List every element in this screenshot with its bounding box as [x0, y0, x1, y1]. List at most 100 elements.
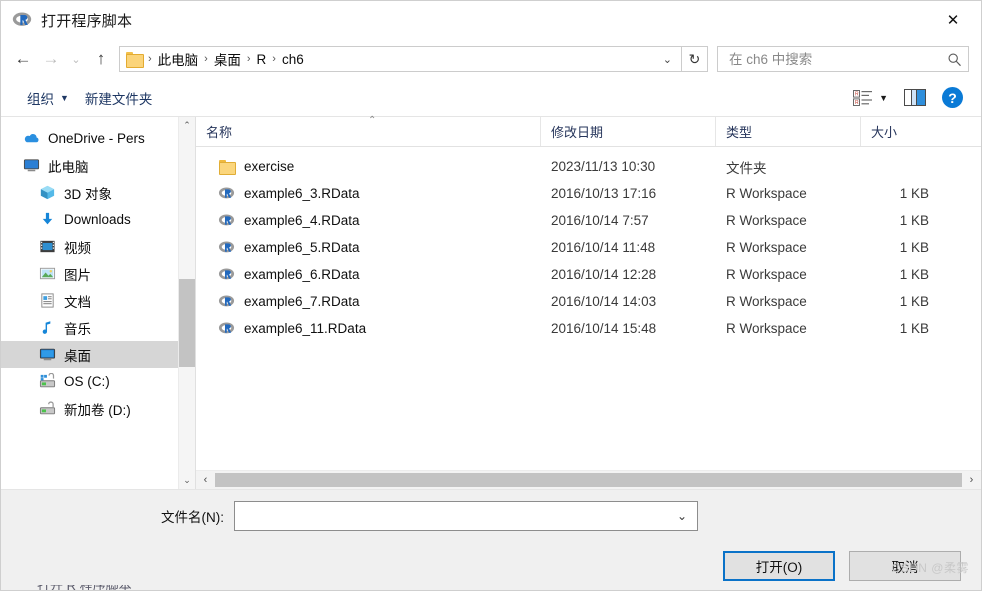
open-button[interactable]: 打开(O) — [723, 551, 835, 581]
sidebar-item[interactable]: OneDrive - Pers — [1, 125, 195, 152]
sidebar-vertical-scrollbar[interactable]: ⌃ ⌄ — [178, 117, 195, 489]
cell-date: 2023/11/13 10:30 — [551, 159, 656, 174]
chevron-down-icon[interactable]: ⌄ — [656, 53, 679, 66]
sidebar-item-label: 音乐 — [64, 321, 91, 337]
view-mode-button[interactable]: R R ▼ — [845, 86, 896, 110]
sidebar-item[interactable]: OS (C:) — [1, 368, 195, 395]
chevron-down-icon: ▼ — [60, 92, 69, 103]
refresh-button[interactable]: ↻ — [682, 46, 708, 72]
onedrive-cloud-icon — [23, 130, 40, 147]
breadcrumb-item-ch6[interactable]: ch6 — [278, 50, 308, 69]
address-bar[interactable]: › 此电脑 › 桌面 › R › ch6 ⌄ — [119, 46, 682, 72]
sidebar-item[interactable]: 文档 — [1, 287, 195, 314]
music-note-icon — [39, 319, 56, 336]
hscroll-track[interactable] — [215, 471, 962, 489]
rdata-icon — [218, 266, 235, 283]
column-header-size[interactable]: 大小 — [861, 117, 981, 146]
scrollbar-thumb[interactable] — [179, 279, 195, 368]
file-rows: exercise 2023/11/13 10:30 文件夹 example6_3.RD… — [196, 147, 981, 470]
new-folder-button[interactable]: 新建文件夹 — [77, 84, 161, 112]
folder-icon — [218, 158, 236, 175]
search-input[interactable] — [727, 50, 947, 68]
breadcrumb-separator: › — [204, 53, 208, 65]
table-row[interactable]: example6_4.RData 2016/10/14 7:57 R Workspa… — [196, 207, 981, 234]
cell-type: R Workspace — [726, 294, 807, 309]
filename-combobox[interactable]: ⌄ — [234, 501, 698, 531]
breadcrumb-item-r[interactable]: R — [253, 50, 271, 69]
scroll-up-icon[interactable]: ⌃ — [179, 117, 195, 134]
forward-button[interactable]: → — [37, 45, 65, 73]
sidebar-item[interactable]: 桌面 — [1, 341, 195, 368]
cell-name: example6_4.RData — [196, 212, 541, 229]
table-row[interactable]: example6_11.RData 2016/10/14 15:48 R Works… — [196, 315, 981, 342]
sidebar-item[interactable]: 图片 — [1, 260, 195, 287]
cell-name: example6_6.RData — [196, 266, 541, 283]
close-icon[interactable]: ✕ — [930, 4, 976, 36]
cell-name: example6_5.RData — [196, 239, 541, 256]
back-button[interactable]: ← — [9, 45, 37, 73]
column-header-date[interactable]: 修改日期 — [541, 117, 716, 146]
cell-type: 文件夹 — [726, 160, 767, 176]
breadcrumb-separator: › — [246, 53, 251, 65]
svg-text:R: R — [855, 91, 859, 97]
scrollbar-track[interactable] — [179, 134, 195, 472]
filename-input[interactable] — [243, 507, 669, 525]
sidebar-item-label: Downloads — [64, 212, 131, 227]
cell-name: exercise — [196, 158, 541, 175]
table-row[interactable]: example6_6.RData 2016/10/14 12:28 R Worksp… — [196, 261, 981, 288]
cell-type: R Workspace — [726, 240, 807, 255]
chevron-down-icon[interactable]: ⌄ — [669, 509, 695, 523]
up-button[interactable]: ↑ — [87, 45, 115, 73]
sidebar-item[interactable]: 3D 对象 — [1, 179, 195, 206]
sidebar-item[interactable]: 新加卷 (D:) — [1, 395, 195, 422]
sidebar-item[interactable]: 视频 — [1, 233, 195, 260]
sidebar-list: OneDrive - Pers 此电脑 3D 对象 Downloads 视频 图片文档音乐… — [1, 117, 195, 422]
table-row[interactable]: exercise 2023/11/13 10:30 文件夹 — [196, 153, 981, 180]
sidebar-item[interactable]: 此电脑 — [1, 152, 195, 179]
file-list-pane: 名称 ⌃ 修改日期 类型 大小 exercise 2023/11/13 10:30… — [196, 115, 981, 489]
column-header-name-label: 名称 — [206, 125, 233, 140]
breadcrumb-separator: › — [148, 53, 152, 65]
cell-size: 1 KB — [899, 294, 929, 309]
cell-type: R Workspace — [726, 321, 807, 336]
column-header-type[interactable]: 类型 — [716, 117, 861, 146]
sidebar-item[interactable]: Downloads — [1, 206, 195, 233]
cell-type: R Workspace — [726, 213, 807, 228]
hscroll-thumb[interactable] — [215, 473, 962, 487]
scroll-left-icon[interactable]: ‹ — [196, 471, 215, 489]
filename-row: 文件名(N): ⌄ — [1, 490, 981, 542]
pictures-icon — [39, 265, 56, 282]
column-headers: 名称 ⌃ 修改日期 类型 大小 — [196, 115, 981, 147]
r-logo-icon — [12, 10, 32, 30]
recent-locations-button[interactable]: ⌄ — [65, 45, 87, 73]
cell-name: example6_3.RData — [196, 185, 541, 202]
table-row[interactable]: example6_5.RData 2016/10/14 11:48 R Worksp… — [196, 234, 981, 261]
window-title: 打开程序脚本 — [41, 12, 133, 30]
cell-size: 1 KB — [899, 213, 929, 228]
cell-date: 2016/10/14 12:28 — [551, 267, 657, 282]
chevron-down-icon: ▼ — [879, 92, 888, 103]
cell-size: 1 KB — [899, 240, 929, 255]
rdata-icon — [218, 212, 235, 229]
organize-button[interactable]: 组织 ▼ — [19, 84, 77, 112]
help-button[interactable]: ? — [934, 83, 971, 112]
scroll-right-icon[interactable]: › — [962, 471, 981, 489]
cell-size: 1 KB — [899, 321, 929, 336]
cell-size: 1 KB — [899, 267, 929, 282]
horizontal-scrollbar[interactable]: ‹ › — [196, 470, 981, 489]
breadcrumb-item-desktop[interactable]: 桌面 — [210, 47, 245, 71]
table-row[interactable]: example6_7.RData 2016/10/14 14:03 R Worksp… — [196, 288, 981, 315]
search-box[interactable] — [717, 46, 969, 72]
title-bar: 打开程序脚本 ✕ — [1, 1, 981, 39]
sidebar-item[interactable]: 音乐 — [1, 314, 195, 341]
scroll-down-icon[interactable]: ⌄ — [179, 472, 195, 489]
sidebar-item-label: 文档 — [64, 294, 91, 310]
file-name: example6_3.RData — [244, 186, 360, 201]
breadcrumb-separator: › — [272, 53, 276, 65]
column-header-name[interactable]: 名称 ⌃ — [196, 115, 541, 146]
table-row[interactable]: example6_3.RData 2016/10/13 17:16 R Worksp… — [196, 180, 981, 207]
breadcrumb-item-this-pc[interactable]: 此电脑 — [154, 47, 203, 71]
sidebar-item-label: 新加卷 (D:) — [64, 402, 131, 418]
preview-pane-button[interactable] — [896, 85, 934, 110]
open-file-dialog: 打开程序脚本 ✕ ← → ⌄ ↑ › 此电脑 › 桌面 › R › ch6 ⌄ … — [0, 0, 982, 591]
